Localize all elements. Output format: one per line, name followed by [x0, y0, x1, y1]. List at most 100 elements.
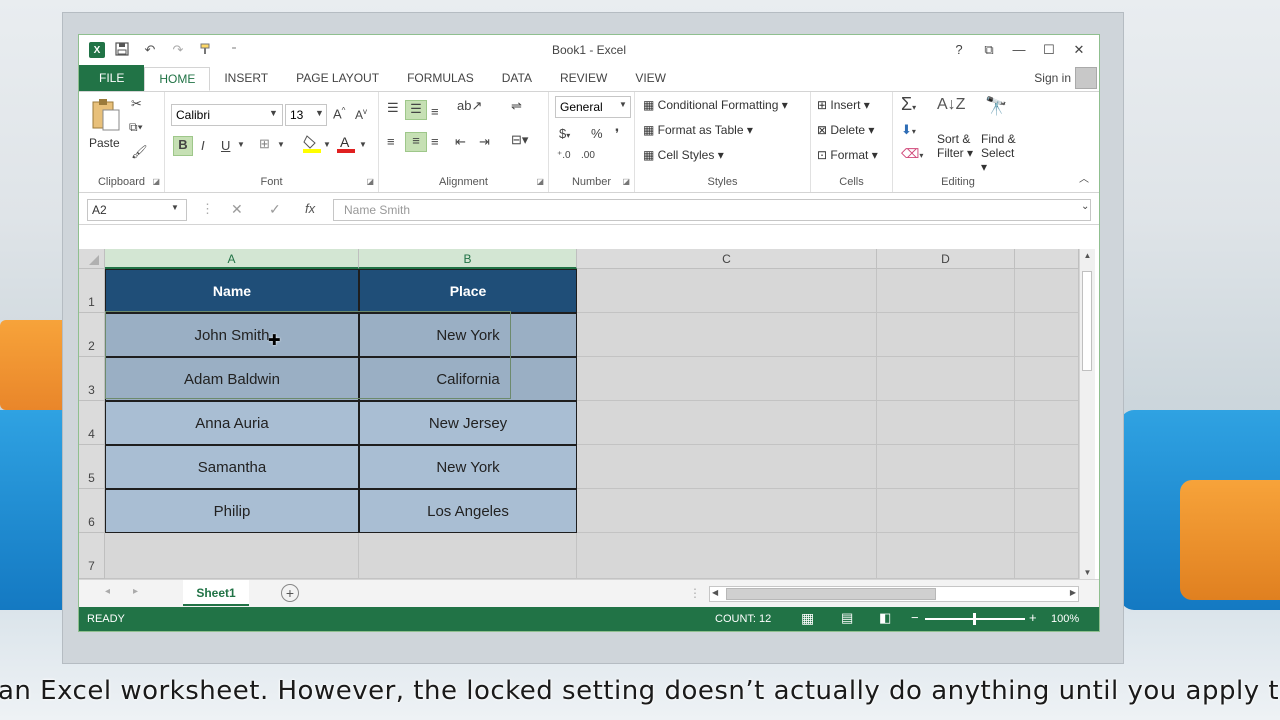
- chevron-down-icon[interactable]: ▼: [315, 108, 324, 118]
- delete-cells-button[interactable]: ⊠ Delete ▾: [817, 123, 874, 137]
- add-sheet-icon[interactable]: +: [281, 584, 299, 602]
- row-header-6[interactable]: 6: [79, 489, 105, 533]
- tab-view[interactable]: VIEW: [621, 67, 680, 91]
- zoom-level[interactable]: 100%: [1051, 613, 1079, 625]
- underline-button[interactable]: U: [221, 138, 230, 153]
- avatar[interactable]: [1075, 67, 1097, 89]
- close-icon[interactable]: ✕: [1065, 39, 1093, 61]
- tab-page-layout[interactable]: PAGE LAYOUT: [282, 67, 393, 91]
- worksheet-grid[interactable]: A B C D 1 2 3 4 5 6 7 Name Place John Sm…: [79, 249, 1079, 579]
- minimize-icon[interactable]: —: [1005, 39, 1033, 61]
- table-cell-place[interactable]: New Jersey: [359, 401, 577, 445]
- collapse-ribbon-icon[interactable]: ︿: [1079, 170, 1089, 185]
- normal-view-icon[interactable]: ▦: [801, 610, 814, 627]
- zoom-out-icon[interactable]: −: [911, 610, 919, 625]
- cell-styles-button[interactable]: ▦ Cell Styles ▾: [643, 148, 724, 162]
- orientation-icon[interactable]: ab↗: [457, 98, 482, 114]
- cell[interactable]: [577, 357, 877, 401]
- prev-sheet-icon[interactable]: ◂: [105, 586, 110, 597]
- decrease-decimal-icon[interactable]: .00: [581, 150, 595, 161]
- table-cell-place[interactable]: New York: [359, 313, 577, 357]
- borders-icon[interactable]: ⊞: [259, 136, 270, 152]
- cell[interactable]: [577, 445, 877, 489]
- scroll-thumb[interactable]: [726, 588, 936, 600]
- chevron-down-icon[interactable]: ▼: [619, 100, 627, 109]
- row-header-7[interactable]: 7: [79, 533, 105, 579]
- zoom-slider[interactable]: [925, 613, 1025, 625]
- cell[interactable]: [877, 357, 1015, 401]
- cell[interactable]: [877, 533, 1015, 579]
- cell[interactable]: [577, 489, 877, 533]
- top-align-icon[interactable]: ☰: [387, 100, 399, 116]
- align-center-icon[interactable]: ≡: [405, 132, 427, 152]
- table-cell-name[interactable]: Adam Baldwin: [105, 357, 359, 401]
- row-header-4[interactable]: 4: [79, 401, 105, 445]
- autosum-icon[interactable]: Σ▾: [901, 94, 916, 115]
- row-header-5[interactable]: 5: [79, 445, 105, 489]
- shrink-font-icon[interactable]: Av: [355, 107, 367, 122]
- help-icon[interactable]: ?: [945, 39, 973, 61]
- page-layout-view-icon[interactable]: ▤: [841, 610, 853, 626]
- cut-icon[interactable]: ✂: [131, 96, 142, 112]
- dialog-launcher-icon[interactable]: ◪: [366, 177, 374, 186]
- cell[interactable]: [1015, 489, 1079, 533]
- cancel-icon[interactable]: ✕: [231, 201, 243, 218]
- cell[interactable]: [877, 489, 1015, 533]
- find-select-button[interactable]: Find & Select ▾: [981, 132, 1023, 174]
- dialog-launcher-icon[interactable]: ◪: [536, 177, 544, 186]
- table-cell-name[interactable]: Samantha: [105, 445, 359, 489]
- scroll-up-icon[interactable]: ▲: [1080, 251, 1095, 260]
- table-cell-name[interactable]: John Smith: [105, 313, 359, 357]
- wrap-text-icon[interactable]: ⇌: [511, 98, 522, 114]
- percent-icon[interactable]: %: [591, 126, 603, 141]
- select-all-corner[interactable]: [79, 249, 105, 269]
- sort-filter-icon[interactable]: A↓Z: [937, 96, 965, 114]
- cell[interactable]: [877, 313, 1015, 357]
- cell[interactable]: [1015, 401, 1079, 445]
- cell[interactable]: [1015, 445, 1079, 489]
- copy-icon[interactable]: ⧉▾: [129, 120, 143, 135]
- cell[interactable]: [577, 269, 877, 313]
- page-break-view-icon[interactable]: ◧: [879, 610, 891, 626]
- bold-button[interactable]: B: [173, 136, 193, 156]
- insert-function-icon[interactable]: fx: [305, 201, 315, 216]
- formula-input[interactable]: Name Smith: [333, 199, 1091, 221]
- horizontal-scrollbar[interactable]: ◀ ▶: [709, 586, 1079, 602]
- cell[interactable]: [577, 313, 877, 357]
- align-left-icon[interactable]: ≡: [387, 134, 395, 149]
- column-header-d[interactable]: D: [877, 249, 1015, 269]
- table-cell-place[interactable]: Los Angeles: [359, 489, 577, 533]
- conditional-formatting-button[interactable]: ▦ Conditional Formatting ▾: [643, 98, 788, 112]
- tab-home[interactable]: HOME: [144, 67, 211, 91]
- paste-button[interactable]: Paste: [89, 136, 120, 150]
- redo-icon[interactable]: ↷: [167, 42, 189, 58]
- column-header-c[interactable]: C: [577, 249, 877, 269]
- merge-center-icon[interactable]: ⊟▾: [511, 132, 528, 148]
- next-sheet-icon[interactable]: ▸: [133, 586, 138, 597]
- expand-formula-icon[interactable]: ⌄: [1081, 201, 1089, 212]
- currency-icon[interactable]: $▾: [559, 126, 570, 141]
- cell[interactable]: [877, 445, 1015, 489]
- dialog-launcher-icon[interactable]: ◪: [622, 177, 630, 186]
- column-header-e[interactable]: [1015, 249, 1079, 269]
- cell[interactable]: [577, 533, 877, 579]
- enter-icon[interactable]: ✓: [269, 201, 281, 218]
- tab-formulas[interactable]: FORMULAS: [393, 67, 488, 91]
- font-color-icon[interactable]: A: [337, 134, 355, 157]
- cell[interactable]: [877, 269, 1015, 313]
- cell[interactable]: [1015, 357, 1079, 401]
- tab-review[interactable]: REVIEW: [546, 67, 621, 91]
- decrease-indent-icon[interactable]: ⇤: [455, 134, 466, 150]
- table-cell-name[interactable]: Philip: [105, 489, 359, 533]
- chevron-down-icon[interactable]: ▼: [323, 140, 331, 149]
- format-cells-button[interactable]: ⊡ Format ▾: [817, 148, 878, 162]
- chevron-down-icon[interactable]: ▼: [277, 140, 285, 149]
- paste-icon[interactable]: [91, 98, 121, 135]
- zoom-slider-thumb[interactable]: [973, 613, 976, 625]
- insert-cells-button[interactable]: ⊞ Insert ▾: [817, 98, 870, 112]
- font-name-select[interactable]: Calibri: [171, 104, 283, 126]
- table-header-name[interactable]: Name: [105, 269, 359, 313]
- cell[interactable]: [1015, 269, 1079, 313]
- save-icon[interactable]: [111, 41, 133, 59]
- increase-indent-icon[interactable]: ⇥: [479, 134, 490, 150]
